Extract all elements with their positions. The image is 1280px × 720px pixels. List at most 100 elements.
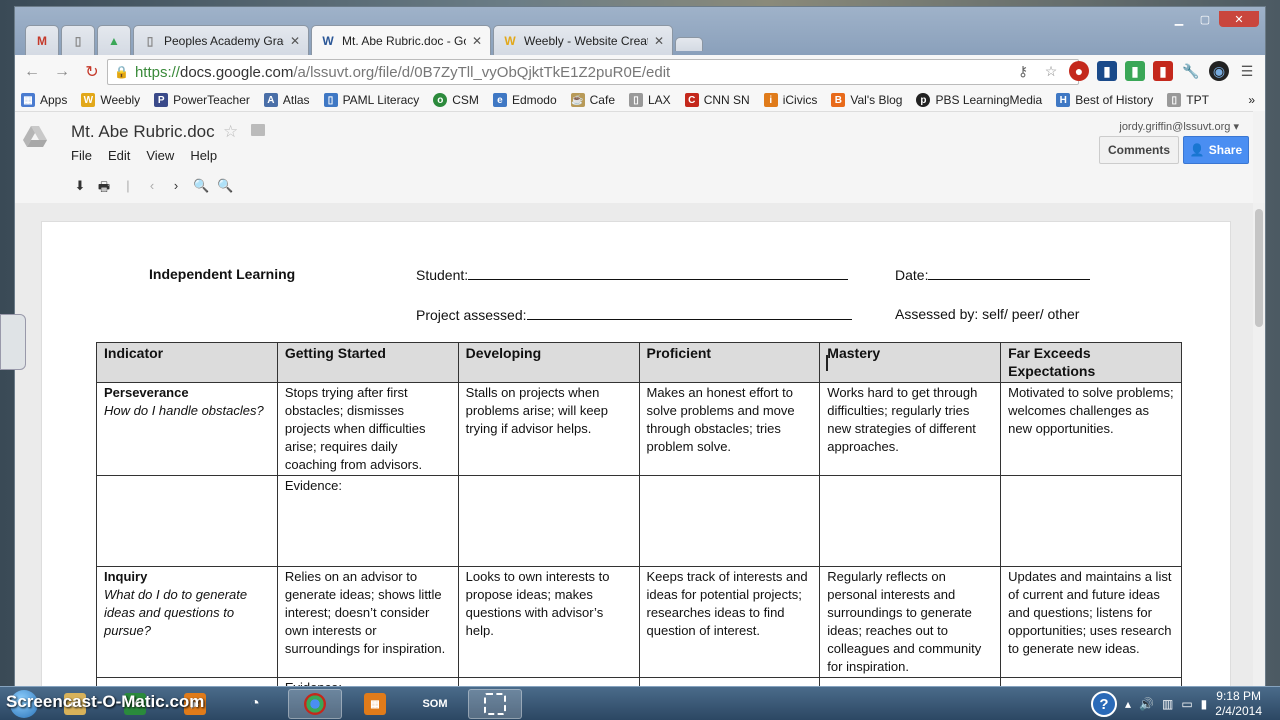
vertical-scrollbar[interactable] [1253, 203, 1265, 687]
table-cell [457, 475, 640, 567]
zoom-in-icon[interactable]: 🔍 [217, 178, 233, 200]
drive-logo-icon [23, 126, 47, 147]
bookmark-best-of-history[interactable]: H Best of History [1056, 93, 1153, 107]
menu-help[interactable]: Help [190, 148, 217, 163]
bookmark-icivics[interactable]: i iCivics [763, 93, 817, 107]
bookmark-csm[interactable]: o CSM [433, 93, 479, 107]
table-header-row: Indicator Getting Started Developing Pro… [96, 342, 1182, 383]
menu-file[interactable]: File [71, 148, 92, 163]
bookmark-star-icon[interactable]: ☆ [1041, 61, 1061, 81]
document-title[interactable]: Mt. Abe Rubric.doc [71, 122, 215, 142]
csm-icon: o [433, 93, 448, 107]
maximize-icon[interactable]: ▢ [1193, 11, 1217, 27]
tab-doc[interactable]: ▯ [61, 25, 95, 55]
previous-page-icon[interactable]: ‹ [145, 178, 159, 200]
close-window-icon[interactable]: ✕ [1219, 11, 1259, 27]
share-button[interactable]: 👤 Share [1183, 136, 1249, 164]
address-bar[interactable]: 🔒 https://docs.google.com/a/lssuvt.org/f… [107, 59, 1079, 85]
taskbar-app-wifi[interactable]: ◔ [228, 689, 282, 719]
weebly-icon: W [504, 33, 516, 48]
bookmark-lax[interactable]: ▯ LAX [629, 93, 671, 107]
key-icon[interactable]: ⚷ [1013, 61, 1033, 81]
network-icon[interactable]: ▥ [1162, 697, 1173, 711]
close-icon[interactable]: ✕ [290, 34, 300, 48]
taskbar-app-grid[interactable]: ▦ [348, 689, 402, 719]
bookmark-cnn[interactable]: C CNN SN [684, 93, 750, 107]
tab-label: Mt. Abe Rubric.doc - Goo [342, 33, 466, 48]
taskbar-app-som[interactable]: SOM [408, 689, 462, 719]
comments-button[interactable]: Comments [1098, 136, 1179, 164]
folder-icon[interactable] [251, 124, 265, 136]
bookmark-edmodo[interactable]: e Edmodo [492, 93, 557, 107]
taskbar-app-chrome[interactable] [288, 689, 342, 719]
taskbar-app-snipping[interactable] [468, 689, 522, 719]
bookmark-weebly[interactable]: W Weebly [81, 93, 140, 107]
red-ext-icon[interactable]: ▮ [1153, 61, 1173, 81]
circle-ext-icon[interactable]: ◉ [1209, 61, 1229, 81]
tab-strip: M ▯ ▲ ▯ Peoples Academy Grade 7 ✕ W Mt. … [15, 7, 1265, 55]
battery-icon[interactable]: ▭ [1181, 697, 1192, 711]
bookmark-paml[interactable]: ▯ PAML Literacy [323, 93, 419, 107]
doc-toolbar: ⬇ 🖶 | ‹ › 🔍 🔍 [73, 178, 234, 200]
tab-peoples-academy[interactable]: ▯ Peoples Academy Grade 7 ✕ [133, 25, 309, 55]
student-label: Student: [416, 267, 469, 283]
forward-icon[interactable]: → [49, 59, 75, 85]
star-icon[interactable]: ☆ [223, 122, 238, 142]
signal-icon[interactable]: ▮ [1201, 697, 1208, 711]
browser-toolbar: ← → ↻ 🔒 https://docs.google.com/a/lssuvt… [15, 55, 1265, 89]
bookmark-label: Atlas [282, 93, 310, 107]
new-tab-button[interactable] [675, 37, 703, 51]
bookmarks-overflow-icon[interactable]: » [1248, 93, 1255, 107]
bookmark-tpt[interactable]: ▯ TPT [1167, 93, 1209, 107]
wrench-icon[interactable]: 🔧 [1181, 61, 1201, 81]
bookmark-powerteacher[interactable]: P PowerTeacher [154, 93, 250, 107]
date-label: Date: [895, 267, 929, 283]
print-icon[interactable]: 🖶 [97, 178, 111, 200]
bookmark-label: Weebly [100, 93, 141, 107]
menu-icon[interactable]: ☰ [1237, 61, 1257, 81]
next-page-icon[interactable]: › [169, 178, 183, 200]
tab-rubric[interactable]: W Mt. Abe Rubric.doc - Goo ✕ [311, 25, 491, 55]
tab-label: Peoples Academy Grade 7 [164, 33, 284, 48]
blogger-icon: B [831, 93, 846, 107]
record-icon[interactable]: ● [1069, 61, 1089, 81]
close-icon[interactable]: ✕ [472, 34, 482, 48]
help-icon[interactable]: ? [1091, 691, 1117, 717]
close-icon[interactable]: ✕ [654, 34, 664, 48]
tab-weebly[interactable]: W Weebly - Website Creation ✕ [493, 25, 673, 55]
account-menu[interactable]: jordy.griffin@lssuvt.org ▾ [1119, 120, 1239, 133]
volume-icon[interactable]: 🔊 [1139, 697, 1154, 711]
green-ext-icon[interactable]: ▮ [1125, 61, 1145, 81]
tab-gmail[interactable]: M [25, 25, 59, 55]
icivics-icon: i [763, 93, 778, 107]
chart-ext-icon[interactable]: ▮ [1097, 61, 1117, 81]
zoom-out-icon[interactable]: 🔍 [193, 178, 209, 200]
bookmark-cafe[interactable]: ☕ Cafe [570, 93, 615, 107]
text-cursor [826, 355, 828, 371]
clock[interactable]: 9:18 PM 2/4/2014 [1215, 689, 1262, 719]
bookmark-apps[interactable]: ▦ Apps [21, 93, 67, 107]
tab-drive[interactable]: ▲ [97, 25, 131, 55]
minimize-icon[interactable]: ▁ [1167, 11, 1191, 27]
powerteacher-icon: P [154, 93, 169, 107]
tray-expand-icon[interactable]: ▴ [1125, 697, 1131, 711]
back-icon[interactable]: ← [19, 59, 45, 85]
menu-edit[interactable]: Edit [108, 148, 130, 163]
edmodo-icon: e [492, 93, 507, 107]
bookmark-pbs[interactable]: p PBS LearningMedia [916, 93, 1042, 107]
table-cell: Updates and maintains a list of current … [1000, 566, 1182, 678]
table-cell: Keeps track of interests and ideas for p… [638, 566, 821, 678]
recorder-handle[interactable] [0, 314, 26, 370]
bookmark-label: CNN SN [703, 93, 750, 107]
bookmark-vals-blog[interactable]: B Val's Blog [831, 93, 902, 107]
table-cell: Regularly reflects on personal interests… [819, 566, 1002, 678]
download-icon[interactable]: ⬇ [73, 178, 87, 200]
reload-icon[interactable]: ↻ [79, 59, 105, 85]
column-header: Proficient [638, 342, 821, 383]
scrollbar-thumb[interactable] [1255, 209, 1263, 327]
document-canvas: Independent Learning Student: Date: Proj… [15, 203, 1253, 687]
menu-view[interactable]: View [146, 148, 174, 163]
page-icon: ▯ [146, 33, 154, 48]
bookmark-atlas[interactable]: A Atlas [263, 93, 310, 107]
bookmark-label: TPT [1186, 93, 1209, 107]
